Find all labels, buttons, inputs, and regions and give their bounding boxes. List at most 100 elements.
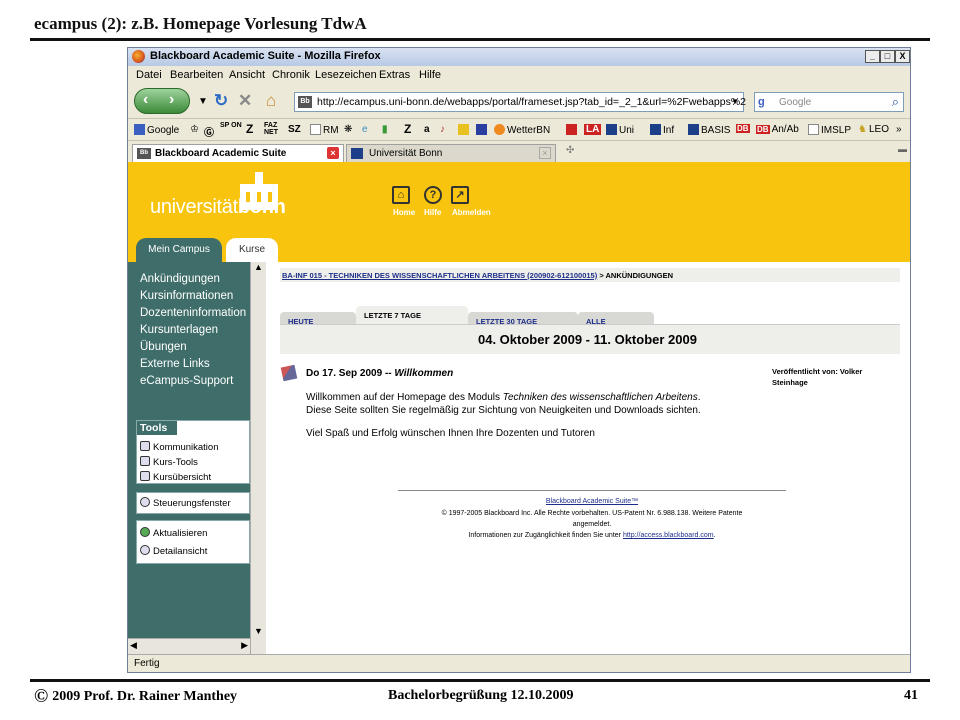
home-icon[interactable]: ⌂ (266, 91, 276, 111)
bookmark-uni[interactable]: Uni (606, 124, 634, 136)
bookmark-photo-icon[interactable] (458, 124, 471, 136)
menu-hilfe[interactable]: Hilfe (419, 69, 441, 81)
url-dropdown-icon[interactable]: ▼ (731, 97, 739, 106)
tool-kursuebersicht[interactable]: Kursübersicht (140, 471, 211, 483)
menu-bearbeiten[interactable]: Bearbeiten (170, 69, 223, 81)
back-arrow-icon[interactable]: ‹ (143, 91, 148, 109)
reload-icon[interactable]: ↻ (214, 91, 228, 111)
menu-lesezeichen[interactable]: Lesezeichen (315, 69, 377, 81)
tools-panel: Tools Kommunikation Kurs-Tools Kursübers… (136, 420, 250, 484)
actions-box: Aktualisieren Detailansicht (136, 520, 250, 564)
close-tab-icon[interactable]: × (539, 147, 551, 159)
bookmark-basis[interactable]: BASIS (688, 124, 730, 136)
sidebar-vertical-scrollbar[interactable]: ▲ ▼ (250, 262, 266, 654)
tab-kurse[interactable]: Kurse (226, 238, 278, 262)
tab-letzte-7-tage[interactable]: LETZTE 7 TAGE (356, 306, 468, 326)
minimize-button[interactable]: _ (865, 50, 880, 63)
sidebar-item-uebungen[interactable]: Übungen (140, 341, 187, 353)
help-link[interactable]: Hilfe (424, 208, 441, 217)
search-magnifier-icon[interactable]: ⌕ (892, 94, 899, 110)
scroll-left-icon[interactable]: ◀ (130, 640, 137, 651)
university-logo[interactable]: universitätbonn (150, 196, 286, 219)
menu-bar: Datei Bearbeiten Ansicht Chronik Lesezei… (128, 66, 910, 84)
bookmark-ie-icon[interactable]: e (362, 124, 368, 135)
refresh-icon (140, 527, 150, 537)
tab-mein-campus[interactable]: Mein Campus (136, 238, 222, 262)
bookmark-faz-net[interactable]: FAZ NET (264, 122, 282, 136)
bookmark-amazon[interactable]: a (424, 124, 430, 135)
menu-chronik[interactable]: Chronik (272, 69, 310, 81)
tool-kommunikation[interactable]: Kommunikation (140, 441, 218, 453)
home-link[interactable]: Home (393, 208, 415, 217)
history-dropdown-icon[interactable]: ▼ (198, 96, 208, 107)
tool-kurs-tools[interactable]: Kurs-Tools (140, 456, 198, 468)
help-header-icon[interactable]: ? (424, 186, 442, 204)
browser-tab-uni-bonn[interactable]: Universität Bonn × (346, 144, 556, 163)
scroll-up-icon[interactable]: ▲ (254, 262, 263, 272)
logout-header-icon[interactable]: ↗ (451, 186, 469, 204)
leo-icon: ♞ (858, 124, 867, 135)
browser-tab-label: Universität Bonn (369, 148, 443, 159)
bookmark-zeit-2[interactable]: Z (404, 122, 411, 136)
menu-ansicht[interactable]: Ansicht (229, 69, 265, 81)
breadcrumb-course-link[interactable]: BA-INF 015 - TECHNIKEN DES WISSENSCHAFTL… (282, 271, 597, 280)
sidebar-item-externe-links[interactable]: Externe Links (140, 358, 210, 370)
bookmark-blue-icon[interactable] (476, 124, 489, 136)
window-titlebar[interactable]: Blackboard Academic Suite - Mozilla Fire… (128, 48, 910, 66)
close-tab-icon[interactable]: × (327, 147, 339, 159)
logout-link[interactable]: Abmelden (452, 208, 491, 217)
bookmark-gear-icon[interactable]: ❋ (344, 124, 352, 135)
forward-arrow-icon[interactable]: › (169, 91, 174, 109)
bookmark-wetterbn[interactable]: WetterBN (494, 124, 550, 136)
scroll-down-icon[interactable]: ▼ (254, 626, 263, 636)
bookmark-chart-icon[interactable]: ▮ (382, 124, 388, 135)
bookmark-anab[interactable]: DB An/Ab (756, 124, 799, 135)
copyright-symbol: © (34, 686, 49, 707)
maximize-button[interactable]: □ (880, 50, 895, 63)
announcement-separator: -- (384, 368, 392, 379)
bookmark-zeit[interactable]: Z (246, 122, 253, 136)
bookmark-db-1[interactable]: DB (736, 124, 750, 133)
bookmark-red-icon[interactable] (566, 124, 579, 136)
bookmark-spiegel-online[interactable]: SP ON (220, 122, 242, 130)
announcement-icon (280, 364, 298, 382)
browser-tab-label: Blackboard Academic Suite (155, 148, 287, 159)
sidebar-item-kursinformationen[interactable]: Kursinformationen (140, 290, 233, 302)
detail-view-link[interactable]: Detailansicht (140, 545, 207, 557)
sidebar-item-dozenteninformation[interactable]: Dozenteninformation (140, 307, 252, 319)
sidebar-item-kursunterlagen[interactable]: Kursunterlagen (140, 324, 218, 336)
back-forward-buttons[interactable]: ‹ › (134, 88, 190, 114)
scroll-right-icon[interactable]: ▶ (241, 640, 248, 651)
new-tab-icon[interactable]: ✣ (566, 145, 574, 156)
bookmark-rm[interactable]: RM (310, 124, 339, 136)
url-bar[interactable]: Bb http://ecampus.uni-bonn.de/webapps/po… (294, 92, 746, 112)
bookmark-la[interactable]: LA (584, 124, 602, 135)
blackboard-suite-link[interactable]: Blackboard Academic Suite™ (342, 498, 842, 505)
menu-datei[interactable]: Datei (136, 69, 162, 81)
bookmark-sz[interactable]: SZ (288, 124, 301, 135)
menu-extras[interactable]: Extras (379, 69, 410, 81)
bookmark-leo[interactable]: ♞ LEO (858, 124, 889, 135)
bookmark-imslp[interactable]: IMSLP (808, 124, 851, 136)
close-button[interactable]: X (895, 50, 910, 63)
sidebar-horizontal-scrollbar[interactable]: ◀ ▶ (128, 638, 250, 654)
bookmark-crown-icon[interactable]: ♔ (190, 124, 199, 135)
sidebar-item-ankuendigungen[interactable]: Ankündigungen (140, 273, 220, 285)
refresh-link[interactable]: Aktualisieren (140, 527, 207, 539)
bookmark-google[interactable]: Google (134, 124, 179, 136)
bookmark-music-icon[interactable]: ♪ (440, 124, 445, 135)
sidebar-item-ecampus-support[interactable]: eCampus-Support (140, 375, 233, 387)
bookmarks-overflow-icon[interactable]: » (896, 124, 902, 135)
accessibility-link[interactable]: http://access.blackboard.com (623, 532, 714, 539)
control-panel-link[interactable]: Steuerungsfenster (140, 497, 231, 509)
bookmark-inf[interactable]: Inf (650, 124, 674, 136)
browser-tab-blackboard[interactable]: Bb Blackboard Academic Suite × (132, 144, 344, 163)
google-search-engine-icon[interactable]: g (758, 96, 765, 108)
window-title: Blackboard Academic Suite - Mozilla Fire… (150, 50, 381, 62)
tab-list-icon[interactable]: ▬ (898, 144, 907, 154)
home-header-icon[interactable]: ⌂ (392, 186, 410, 204)
bookmark-faz-icon[interactable]: Ⓖ (204, 124, 214, 139)
uni-icon (606, 124, 617, 135)
stop-icon[interactable]: ✕ (238, 91, 252, 111)
search-bar[interactable]: g Google ⌕ (754, 92, 904, 112)
